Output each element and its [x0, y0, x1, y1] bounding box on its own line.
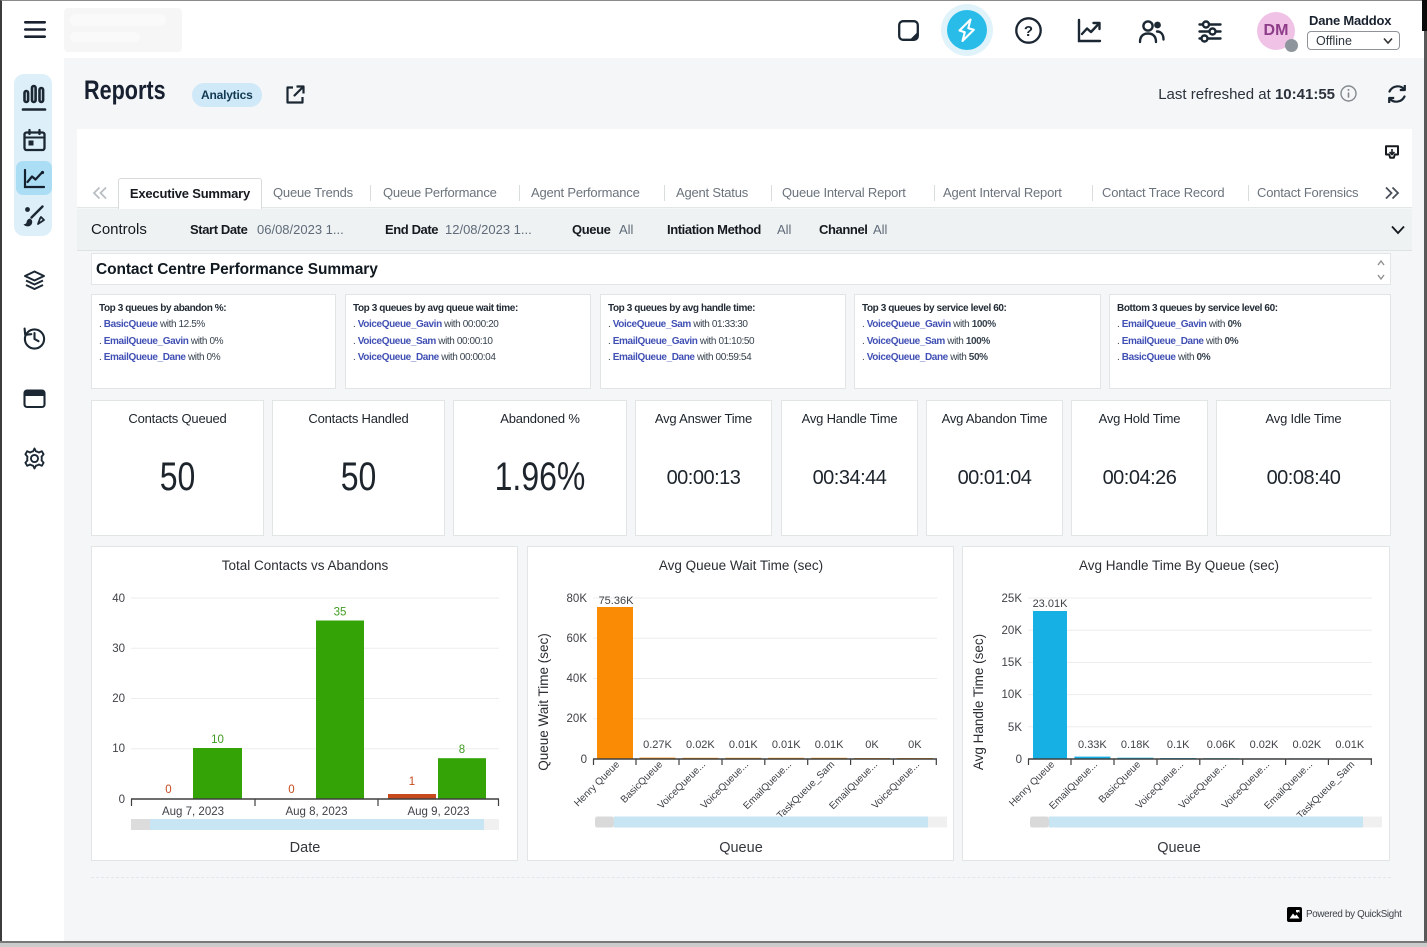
svg-text:0.02K: 0.02K: [1250, 739, 1279, 751]
svg-text:0: 0: [119, 794, 125, 806]
svg-text:75.36K: 75.36K: [599, 595, 635, 607]
svg-text:40: 40: [112, 593, 125, 605]
svg-text:0.02K: 0.02K: [1293, 739, 1322, 751]
svg-text:10K: 10K: [1002, 689, 1023, 701]
svg-text:Date: Date: [290, 840, 321, 856]
svg-text:0.06K: 0.06K: [1207, 739, 1236, 751]
svg-text:30: 30: [112, 643, 125, 655]
svg-text:BasicQueue: BasicQueue: [1097, 759, 1144, 806]
svg-text:Aug 9, 2023: Aug 9, 2023: [407, 806, 469, 818]
svg-text:0.01K: 0.01K: [729, 739, 758, 751]
svg-text:Avg Handle Time By Queue (sec): Avg Handle Time By Queue (sec): [1079, 558, 1279, 573]
svg-text:8: 8: [459, 744, 465, 756]
svg-text:60K: 60K: [567, 633, 588, 645]
svg-text:10: 10: [211, 734, 224, 746]
svg-text:25K: 25K: [1002, 593, 1023, 605]
svg-text:Queue: Queue: [1157, 840, 1201, 856]
svg-text:0.01K: 0.01K: [1335, 739, 1364, 751]
svg-text:Aug 7, 2023: Aug 7, 2023: [162, 806, 224, 818]
svg-text:0.27K: 0.27K: [643, 739, 672, 751]
svg-text:23.01K: 23.01K: [1033, 598, 1069, 610]
svg-text:0: 0: [165, 784, 171, 796]
svg-text:35: 35: [334, 607, 347, 619]
svg-text:20: 20: [112, 693, 125, 705]
svg-text:BasicQueue: BasicQueue: [619, 759, 666, 806]
svg-text:Henry Queue: Henry Queue: [572, 759, 622, 809]
svg-text:0: 0: [581, 754, 587, 766]
svg-text:80K: 80K: [567, 593, 588, 605]
svg-text:0.01K: 0.01K: [772, 739, 801, 751]
svg-text:20K: 20K: [567, 713, 588, 725]
svg-text:?: ?: [1024, 23, 1033, 40]
svg-text:0.33K: 0.33K: [1078, 739, 1107, 751]
svg-text:0.01K: 0.01K: [815, 739, 844, 751]
svg-text:Avg Queue Wait Time (sec): Avg Queue Wait Time (sec): [659, 558, 823, 573]
svg-text:0.1K: 0.1K: [1167, 739, 1190, 751]
svg-text:0.18K: 0.18K: [1121, 739, 1150, 751]
svg-text:Queue: Queue: [719, 840, 763, 856]
svg-text:0: 0: [1016, 754, 1022, 766]
svg-text:0: 0: [288, 784, 294, 796]
svg-text:Avg Handle Time (sec): Avg Handle Time (sec): [971, 634, 986, 770]
svg-text:1: 1: [409, 776, 415, 788]
svg-text:Queue Wait Time (sec): Queue Wait Time (sec): [536, 633, 551, 771]
svg-text:Aug 8, 2023: Aug 8, 2023: [285, 806, 347, 818]
svg-text:10: 10: [112, 743, 125, 755]
svg-text:5K: 5K: [1008, 722, 1022, 734]
svg-text:15K: 15K: [1002, 657, 1023, 669]
svg-text:0K: 0K: [908, 739, 922, 751]
svg-text:40K: 40K: [567, 673, 588, 685]
svg-text:0.02K: 0.02K: [686, 739, 715, 751]
svg-text:0K: 0K: [865, 739, 879, 751]
svg-text:Total Contacts vs Abandons: Total Contacts vs Abandons: [222, 558, 389, 573]
svg-text:20K: 20K: [1002, 625, 1023, 637]
